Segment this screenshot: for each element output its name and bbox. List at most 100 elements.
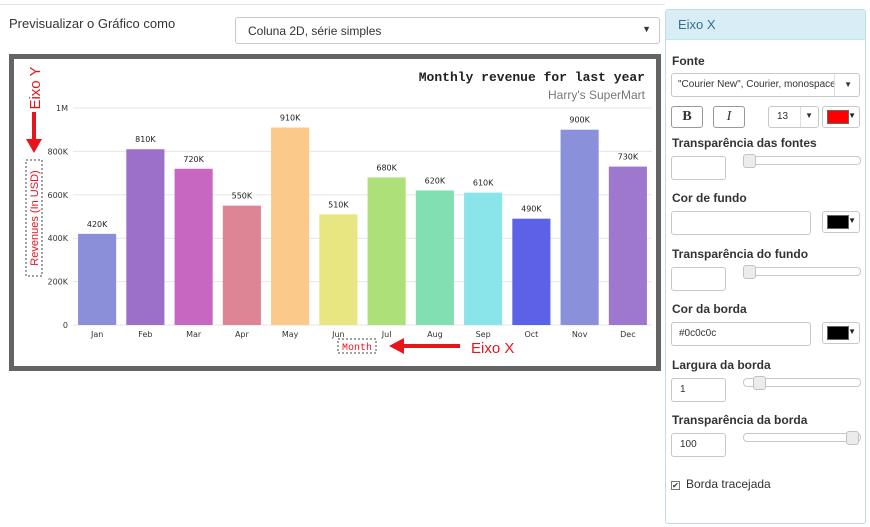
- chevron-down-icon: ▼: [848, 216, 856, 225]
- annotation-y-axis: Eixo Y: [27, 66, 44, 109]
- data-label: 680K: [376, 163, 397, 172]
- font-transparency-input[interactable]: [671, 156, 726, 180]
- border-transparency-slider[interactable]: [743, 431, 861, 445]
- border-color-swatch: [827, 326, 849, 340]
- y-tick-label: 0: [63, 321, 68, 330]
- annotation-x-axis: Eixo X: [471, 340, 514, 357]
- bar-jul: [367, 177, 406, 325]
- x-tick-label: Feb: [138, 330, 152, 339]
- x-tick-label: Dec: [620, 330, 635, 339]
- slider-handle[interactable]: [743, 154, 756, 168]
- chart-type-value: Coluna 2D, série simples: [248, 24, 382, 38]
- data-label: 900K: [569, 116, 590, 125]
- bar-jan: [78, 233, 117, 325]
- font-size-select[interactable]: 13 ▼: [768, 106, 819, 128]
- font-label: Fonte: [672, 54, 705, 68]
- border-width-label: Largura da borda: [672, 358, 771, 372]
- italic-button[interactable]: I: [713, 106, 745, 128]
- top-border: [0, 0, 665, 5]
- bg-color-picker[interactable]: ▼: [822, 211, 860, 233]
- data-label: 810K: [135, 135, 156, 144]
- bar-apr: [222, 205, 261, 325]
- slider-handle[interactable]: [753, 376, 767, 390]
- x-tick-label: Sep: [476, 330, 491, 339]
- x-tick-label: Mar: [186, 330, 202, 339]
- border-color-input[interactable]: #0c0c0c: [671, 322, 811, 346]
- bar-feb: [126, 149, 165, 325]
- font-transparency-slider[interactable]: [743, 154, 861, 168]
- data-label: 730K: [618, 153, 639, 162]
- border-color-picker[interactable]: ▼: [822, 322, 860, 344]
- chevron-down-icon: ▼: [848, 111, 856, 120]
- data-label: 510K: [328, 200, 349, 209]
- font-family-select[interactable]: "Courier New", Courier, monospace ▼: [671, 73, 860, 97]
- bar-aug: [415, 190, 454, 325]
- border-width-input[interactable]: 1: [671, 378, 726, 402]
- bg-transparency-slider[interactable]: [743, 265, 861, 279]
- font-transparency-label: Transparência das fontes: [672, 136, 817, 150]
- bg-transparency-input[interactable]: [671, 267, 726, 291]
- chart-canvas: 0 200K 400K 600K 800K 1M 420K Jan 810K Feb 720K Mar…: [14, 59, 656, 366]
- preview-label: Previsualizar o Gráfico como: [9, 16, 176, 31]
- bold-button[interactable]: B: [671, 106, 703, 128]
- data-label: 910K: [280, 114, 301, 123]
- chart-type-select[interactable]: Coluna 2D, série simples ▼: [235, 17, 660, 44]
- bar-dec: [608, 166, 647, 325]
- bar-nov: [560, 129, 599, 325]
- y-axis-title: Revenues (In USD): [29, 170, 41, 265]
- bar-sep: [464, 192, 503, 325]
- y-tick-label: 800K: [47, 147, 68, 156]
- font-color-picker[interactable]: ▼: [822, 106, 860, 128]
- arrow-left-icon-head: [389, 338, 404, 354]
- bar-jun: [319, 214, 358, 325]
- data-label: 420K: [87, 220, 108, 229]
- bar-mar: [174, 168, 213, 325]
- font-color-swatch: [827, 110, 849, 124]
- x-axis-settings-panel: Eixo X Fonte "Courier New", Courier, mon…: [665, 9, 866, 524]
- chevron-down-icon: ▼: [642, 24, 651, 34]
- chart-svg: 0 200K 400K 600K 800K 1M 420K Jan 810K Feb 720K Mar…: [25, 66, 652, 357]
- border-transparency-input[interactable]: 100: [671, 433, 726, 457]
- font-family-value: "Courier New", Courier, monospace: [678, 79, 836, 90]
- x-tick-label: Jan: [90, 330, 103, 339]
- x-tick-label: Oct: [524, 330, 538, 339]
- bar-oct: [512, 218, 551, 325]
- chevron-down-icon: ▼: [844, 80, 852, 89]
- font-size-value: 13: [777, 111, 789, 122]
- y-tick-label: 400K: [47, 234, 68, 243]
- select-divider: [800, 107, 801, 127]
- x-tick-label: Nov: [572, 330, 588, 339]
- data-label: 490K: [521, 205, 542, 214]
- bg-color-swatch: [827, 215, 849, 229]
- x-tick-label: Jun: [331, 330, 345, 339]
- y-tick-label: 200K: [47, 278, 68, 287]
- y-tick-label: 1M: [56, 104, 68, 113]
- data-label: 550K: [232, 192, 253, 201]
- slider-handle[interactable]: [743, 265, 756, 279]
- border-color-label: Cor da borda: [672, 302, 747, 316]
- dashed-border-checkbox[interactable]: ✔ Borda tracejada: [671, 477, 771, 491]
- chart-frame: 0 200K 400K 600K 800K 1M 420K Jan 810K Feb 720K Mar…: [9, 54, 661, 371]
- border-transparency-label: Transparência da borda: [672, 413, 808, 427]
- border-width-slider[interactable]: [743, 376, 861, 390]
- chart-title: Monthly revenue for last year: [419, 70, 645, 85]
- chart-subtitle: Harry's SuperMart: [548, 88, 646, 102]
- slider-handle[interactable]: [846, 431, 859, 445]
- arrow-down-icon-head: [26, 139, 42, 153]
- x-tick-label: May: [282, 330, 299, 339]
- chevron-down-icon: ▼: [805, 111, 813, 120]
- data-label: 610K: [473, 179, 494, 188]
- data-label: 720K: [183, 155, 204, 164]
- x-axis-title: Month: [342, 342, 372, 354]
- x-tick-label: Apr: [235, 330, 250, 339]
- dashed-border-label: Borda tracejada: [686, 477, 771, 491]
- checkbox-check-icon[interactable]: ✔: [671, 481, 680, 490]
- y-tick-label: 600K: [47, 191, 68, 200]
- data-label: 620K: [425, 176, 446, 185]
- bg-transparency-label: Transparência do fundo: [672, 247, 809, 261]
- bg-color-label: Cor de fundo: [672, 191, 747, 205]
- x-tick-label: Aug: [427, 330, 443, 339]
- bg-color-input[interactable]: [671, 211, 811, 235]
- chevron-down-icon: ▼: [848, 327, 856, 336]
- panel-header: Eixo X: [666, 10, 865, 40]
